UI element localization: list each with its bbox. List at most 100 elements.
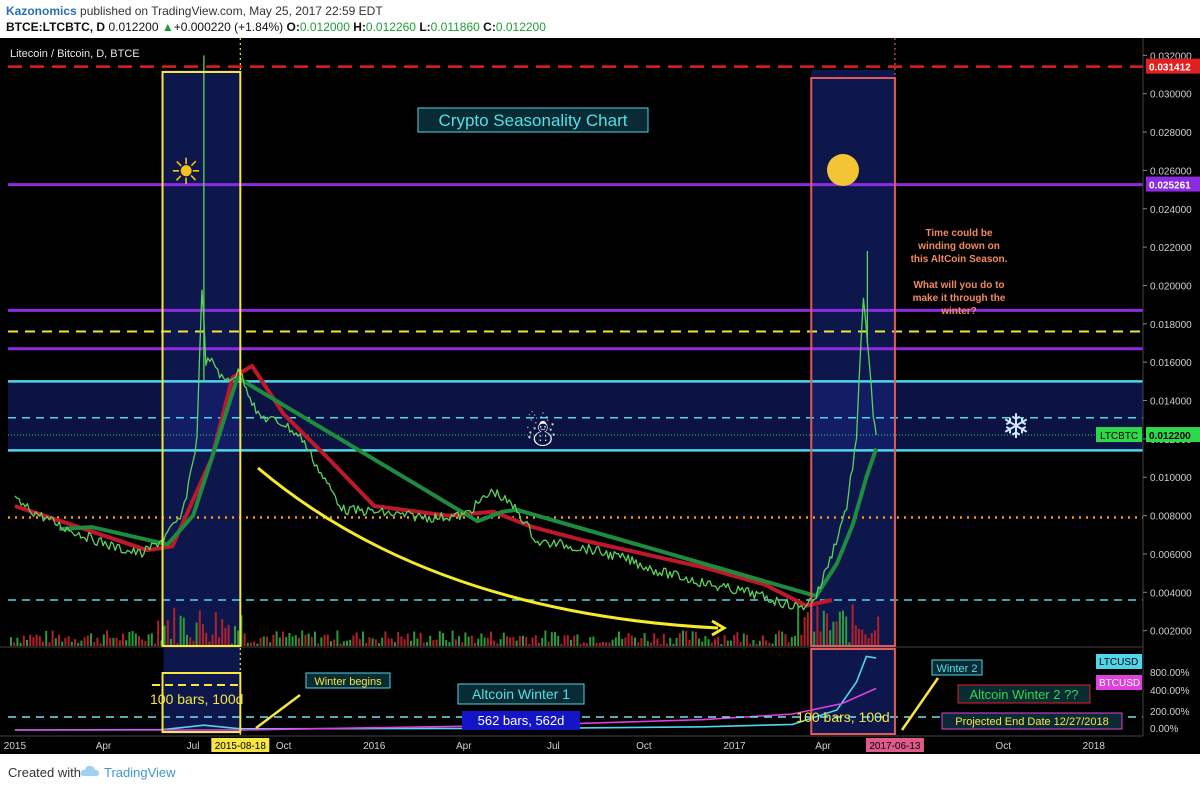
volume-bar — [336, 630, 339, 646]
volume-bar — [355, 632, 358, 646]
volume-bar — [819, 631, 822, 646]
price-tick-label: 0.004000 — [1150, 588, 1192, 599]
volume-bar — [333, 639, 336, 646]
volume-bar — [266, 636, 268, 646]
author-link[interactable]: Kazonomics — [6, 4, 77, 18]
close-value: 0.012200 — [495, 20, 546, 34]
bars-label-1: 100 bars, 100d — [150, 691, 243, 707]
volume-bar — [502, 632, 505, 646]
low-label: L: — [419, 20, 431, 34]
volume-bar — [154, 643, 156, 646]
chart-area[interactable]: 0.002000 0.004000 0.006000 0.008000 0.010000… — [0, 38, 1200, 754]
volume-bar — [688, 639, 691, 646]
snowflake-icon: ❄ — [1002, 408, 1031, 446]
time-tick-label: Oct — [276, 741, 292, 752]
volume-bar — [93, 642, 96, 646]
volume-bar — [566, 635, 569, 646]
volume-bar — [54, 638, 57, 646]
volume-bar — [486, 637, 489, 646]
volume-bar — [173, 608, 176, 646]
volume-bar — [736, 632, 739, 646]
volume-bar — [710, 642, 713, 646]
volume-bar — [202, 624, 204, 646]
bars-562-label: 562 bars, 562d — [478, 713, 565, 728]
winter-1-label: Altcoin Winter 1 — [472, 686, 570, 702]
volume-bar — [765, 640, 768, 646]
volume-bar — [659, 643, 662, 646]
volume-bar — [614, 637, 617, 646]
volume-bar — [307, 633, 310, 646]
volume-bar — [419, 632, 422, 646]
price-tick-label: 0.020000 — [1150, 281, 1192, 292]
volume-bar — [474, 642, 476, 646]
volume-bar — [730, 640, 732, 646]
winter-zone-band — [8, 381, 1143, 451]
volume-bar — [778, 630, 780, 646]
volume-bar — [512, 637, 515, 646]
chart-title: Litecoin / Bitcoin, D, BTCE — [10, 48, 140, 60]
volume-bar — [621, 638, 624, 646]
volume-bar — [301, 630, 304, 646]
volume-bar — [368, 637, 371, 646]
last-price-symbol: LTCBTC — [1100, 431, 1138, 442]
volume-bar — [262, 636, 265, 646]
close-label: C: — [483, 20, 496, 34]
volume-bar — [403, 639, 406, 646]
volume-bar — [189, 637, 192, 646]
volume-bar — [109, 637, 112, 646]
volume-bar — [182, 617, 185, 646]
volume-bar — [125, 640, 128, 646]
volume-bar — [227, 624, 230, 646]
volume-bar — [813, 631, 816, 646]
volume-bar — [758, 640, 761, 646]
volume-bar — [234, 625, 236, 646]
volume-bar — [29, 634, 32, 646]
volume-bar — [547, 641, 550, 646]
volume-bar — [326, 634, 329, 646]
volume-bar — [259, 637, 262, 646]
volume-bar — [787, 642, 790, 646]
volume-bar — [579, 643, 582, 646]
volume-bar — [541, 637, 544, 646]
volume-bar — [534, 635, 537, 646]
volume-bar — [742, 633, 745, 646]
volume-bar — [544, 630, 547, 646]
open-value: 0.012000 — [299, 20, 350, 34]
volume-bar — [144, 640, 147, 646]
volume-bar — [400, 636, 403, 646]
volume-bar — [624, 637, 627, 646]
volume-bar — [806, 612, 809, 646]
volume-bar — [509, 637, 512, 646]
volume-bar — [528, 643, 531, 646]
volume-bar — [838, 611, 841, 646]
tradingview-link[interactable]: TradingView — [104, 765, 176, 780]
volume-bar — [877, 616, 880, 646]
volume-bar — [51, 630, 54, 646]
volume-bar — [499, 639, 502, 646]
volume-bar — [256, 643, 259, 646]
volume-bar — [237, 630, 240, 646]
volume-bar — [323, 634, 326, 646]
time-tick-label: Jul — [547, 741, 560, 752]
volume-bar — [157, 620, 160, 646]
time-tick-label: Jul — [187, 741, 200, 752]
volume-bar — [67, 636, 70, 646]
chart-svg[interactable]: 0.002000 0.004000 0.006000 0.008000 0.010000… — [0, 38, 1200, 754]
volume-bar — [416, 638, 419, 646]
low-value: 0.011860 — [430, 20, 480, 34]
volume-bar — [493, 640, 496, 646]
volume-bar — [829, 630, 832, 646]
volume-bar — [698, 638, 700, 646]
price-tick-label: 0.030000 — [1150, 90, 1192, 101]
open-label: O: — [286, 20, 300, 34]
volume-bar — [90, 633, 92, 646]
volume-bar — [454, 639, 457, 646]
volume-bar — [128, 631, 131, 646]
volume-bar — [314, 631, 316, 646]
volume-bar — [867, 638, 870, 646]
volume-bar — [653, 633, 656, 646]
volume-bar — [186, 634, 188, 646]
volume-bar — [733, 635, 736, 646]
volume-bar — [141, 639, 144, 646]
winter-begins-label: Winter begins — [314, 676, 382, 688]
